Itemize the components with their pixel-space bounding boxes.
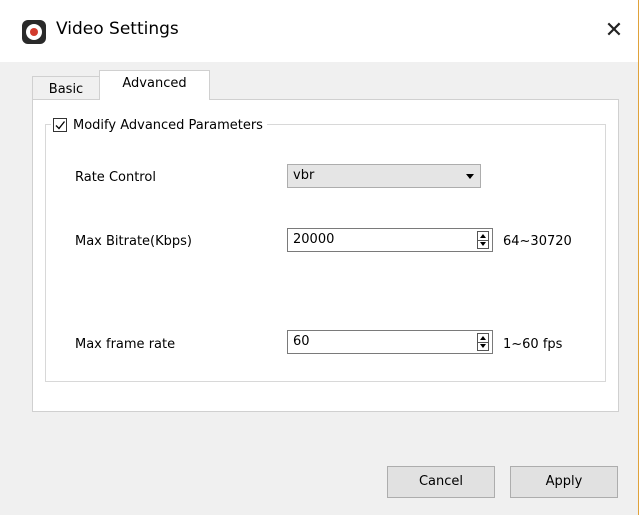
max-frame-rate-spinbox[interactable]: 60 [287,330,493,354]
spinner-arrows-icon[interactable] [477,231,489,249]
check-icon [55,121,66,130]
modify-advanced-label: Modify Advanced Parameters [73,117,263,133]
spin-down-arrow-icon[interactable] [478,240,488,248]
app-logo-core [30,28,38,36]
app-logo-icon [22,20,46,44]
tab-advanced[interactable]: Advanced [99,70,210,100]
modify-advanced-checkbox[interactable] [53,118,67,132]
max-frame-rate-value: 60 [293,334,310,349]
rate-control-value: vbr [293,168,315,183]
apply-button[interactable]: Apply [510,466,618,498]
close-icon[interactable]: ✕ [596,14,632,48]
spinner-arrows-icon[interactable] [477,333,489,351]
rate-control-label: Rate Control [75,170,156,185]
max-bitrate-spinbox[interactable]: 20000 [287,228,493,252]
window-title: Video Settings [56,19,179,39]
spin-down-arrow-icon[interactable] [478,342,488,350]
max-frame-rate-label: Max frame rate [75,337,176,352]
max-bitrate-label: Max Bitrate(Kbps) [75,234,192,249]
max-frame-rate-range: 1~60 fps [503,337,563,352]
tab-basic[interactable]: Basic [32,76,100,100]
chevron-down-icon [466,174,474,179]
group-legend: Modify Advanced Parameters [51,114,267,136]
advanced-tab-pane: Modify Advanced Parameters Rate Control … [32,99,619,412]
video-settings-dialog: Video Settings ✕ Basic Advanced Modify A… [0,0,639,515]
max-bitrate-value: 20000 [293,232,335,247]
cancel-button[interactable]: Cancel [387,466,495,498]
max-bitrate-range: 64~30720 [503,234,572,249]
rate-control-select[interactable]: vbr [287,164,481,188]
title-bar: Video Settings ✕ [0,0,638,62]
